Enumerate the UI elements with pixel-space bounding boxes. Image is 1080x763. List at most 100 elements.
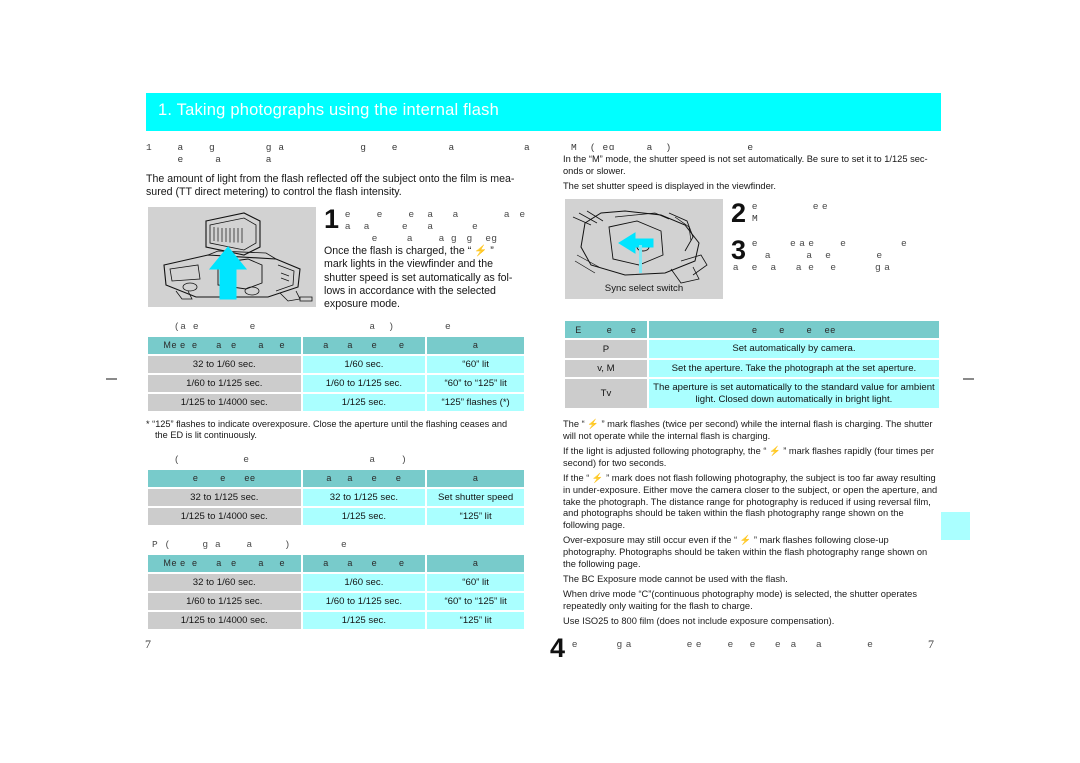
table-3-header-0: Me e e a e a e (148, 554, 301, 572)
table-row: Tv The aperture is set automatically to … (565, 379, 939, 409)
table-3-header-2: a (427, 554, 524, 572)
page-title: 1. Taking photographs using the internal… (158, 101, 499, 119)
table-4-r0-mode: P (565, 340, 647, 358)
manual-page: 1. Taking photographs using the internal… (0, 0, 1080, 763)
list-item: When drive mode “C”(continuous photograp… (563, 589, 917, 611)
m-mode-note-2: onds or slower. (563, 165, 626, 176)
step-4-numeral: 4 (550, 632, 566, 663)
left-heading-ghost-2: e a a (146, 154, 273, 165)
aperture-mode-table: E e e e e e ee P Set automatically by ca… (563, 319, 941, 410)
table-1-r2-c0: 1/125 to 1/4000 sec. (148, 393, 301, 411)
table-3-r0-c0: 32 to 1/60 sec. (148, 573, 301, 591)
list-item: Over-exposure may still occur even if th… (563, 535, 928, 569)
m-mode-note-1: In the “M” mode, the shutter speed is no… (563, 154, 928, 164)
table-2-r0-c1: 32 to 1/125 sec. (302, 488, 426, 506)
table-header-row: e e ee a a e e a (148, 469, 524, 487)
table-4-r1-desc: Set the aperture. Take the photograph at… (648, 359, 939, 378)
step-3-ghost-3: a e a a e e g a (733, 262, 891, 274)
table-3-r0-c2: “60” lit (427, 573, 524, 591)
list-item: If the light is adjusted following photo… (563, 446, 935, 468)
table-1-header-1: a a e e (302, 336, 426, 354)
step-2-ghost-2: M (752, 213, 759, 225)
step-1-text-2: mark lights in the viewfinder and the (324, 258, 493, 271)
table-row: P Set automatically by camera. (565, 340, 939, 358)
step-1-text-3: shutter speed is set automatically as fo… (324, 271, 513, 284)
page-number-left: 7 (145, 637, 151, 651)
list-item: The BC Exposure mode cannot be used with… (563, 573, 788, 584)
figure-label-sync-select-switch: Sync select switch (604, 283, 684, 295)
figure-sync-select-switch: Sync select switch (565, 199, 723, 300)
left-heading-ghost-1: 1 a g g a g e a a (146, 142, 531, 153)
table-row: 32 to 1/60 sec. 1/60 sec. “60” lit (148, 573, 524, 591)
m-mode-note-3: The set shutter speed is displayed in th… (563, 180, 776, 191)
table-2-r0-c0: 32 to 1/125 sec. (148, 488, 301, 506)
figure-flash-popup (148, 206, 316, 307)
table-1-header-0: Me e e a e a e (148, 336, 301, 354)
table-4-r1-mode: v, M (565, 359, 647, 378)
footnote-line-1: * “125” flashes to indicate overexposure… (146, 418, 508, 429)
table-4-r2-mode: Tv (565, 379, 647, 409)
table-row: 1/60 to 1/125 sec. 1/60 to 1/125 sec. “6… (148, 592, 524, 610)
shutter-speed-table-1: Me e e a e a e a a e e a 32 to 1/60 sec.… (146, 335, 526, 413)
intro-line-1: The amount of light from the flash refle… (146, 173, 515, 185)
table-1-r0-c0: 32 to 1/60 sec. (148, 355, 301, 373)
shutter-speed-table-3: Me e e a e a e a a e e a 32 to 1/60 sec.… (146, 553, 526, 631)
step-1-text-5: exposure mode. (324, 298, 400, 311)
table-row: 32 to 1/60 sec. 1/60 sec. “60” lit (148, 355, 524, 373)
table-1-r0-c2: “60” lit (427, 355, 524, 373)
table-header-row: Me e e a e a e a a e e a (148, 554, 524, 572)
table-3-r2-c2: “125” lit (427, 611, 524, 629)
table-3-r1-c1: 1/60 to 1/125 sec. (302, 592, 426, 610)
table-1-caption: (a e e a ) e (174, 320, 452, 332)
table-4-header-1: e e e ee (648, 321, 939, 339)
table-3-r1-c2: “60” to “125” lit (427, 592, 524, 610)
table-2-caption: ( e a ) (174, 453, 408, 465)
footnote-line-2: the ED is lit continuously. (155, 430, 257, 441)
table-3-r2-c0: 1/125 to 1/4000 sec. (148, 611, 301, 629)
step-2-ghost-1: e e e (752, 201, 828, 213)
right-column: M ( eɑ a ) e In the “M” mode, the shutte… (550, 142, 941, 661)
table-3-header-1: a a e e (302, 554, 426, 572)
left-column: 1 a g g a g e a a e a a The amount of li… (146, 142, 531, 631)
table-row: 1/60 to 1/125 sec. 1/60 to 1/125 sec. “6… (148, 374, 524, 392)
table-3-r0-c1: 1/60 sec. (302, 573, 426, 591)
step-1-numeral: 1 (324, 203, 340, 234)
table-1-r2-c2: “125” flashes (*) (427, 393, 524, 411)
table-4-r2-desc: The aperture is set automatically to the… (648, 379, 939, 409)
step-4-ghost: e g a e e e e e a a e (572, 638, 874, 650)
step-1-text-4: lows in accordance with the selected (324, 285, 496, 298)
intro-line-2: sured (TT direct metering) to control th… (146, 186, 402, 199)
table-header-row: Me e e a e a e a a e e a (148, 336, 524, 354)
table-1-header-2: a (427, 336, 524, 354)
table-row: 1/125 to 1/4000 sec. 1/125 sec. “125” fl… (148, 393, 524, 411)
table-1-r1-c1: 1/60 to 1/125 sec. (302, 374, 426, 392)
step-3-numeral: 3 (731, 235, 747, 266)
section-banner: 1. Taking photographs using the internal… (146, 93, 941, 131)
table-row: 1/125 to 1/4000 sec. 1/125 sec. “125” li… (148, 507, 524, 525)
table-2-r1-c2: “125” lit (427, 507, 524, 525)
right-heading-ghost: M ( eɑ a ) e (571, 142, 754, 153)
table-2-header-1: a a e e (302, 469, 426, 487)
shutter-speed-table-2: e e ee a a e e a 32 to 1/125 sec. 32 to … (146, 468, 526, 527)
step-1-ghost-1: e e e a a a e (345, 208, 526, 220)
flash-notes-list: The “ ⚡ ” mark flashes (twice per second… (563, 419, 941, 627)
step-3-ghost-2: a a e e (752, 250, 883, 262)
table-3-r2-c1: 1/125 sec. (302, 611, 426, 629)
side-thumb-tab (941, 512, 970, 540)
table-1-r1-c0: 1/60 to 1/125 sec. (148, 374, 301, 392)
table-3-r1-c0: 1/60 to 1/125 sec. (148, 592, 301, 610)
table-2-header-2: a (427, 469, 524, 487)
table-row: v, M Set the aperture. Take the photogra… (565, 359, 939, 378)
table-2-header-0: e e ee (148, 469, 301, 487)
list-item: The “ ⚡ ” mark flashes (twice per second… (563, 419, 933, 442)
step-1-text-1: Once the flash is charged, the “ ⚡ ” (324, 244, 494, 257)
step-1-ghost-2: a a e a e (345, 220, 479, 232)
right-margin-tick (963, 378, 974, 380)
step-1-ghost-3: e a a g g eg (346, 232, 498, 244)
page-number-right: 7 (928, 637, 934, 651)
table-1-r1-c2: “60” to “125” lit (427, 374, 524, 392)
table-4-r0-desc: Set automatically by camera. (648, 340, 939, 358)
table-row: 1/125 to 1/4000 sec. 1/125 sec. “125” li… (148, 611, 524, 629)
table-4-header-0: E e e (565, 321, 647, 339)
table-2-r0-c2: Set shutter speed (427, 488, 524, 506)
